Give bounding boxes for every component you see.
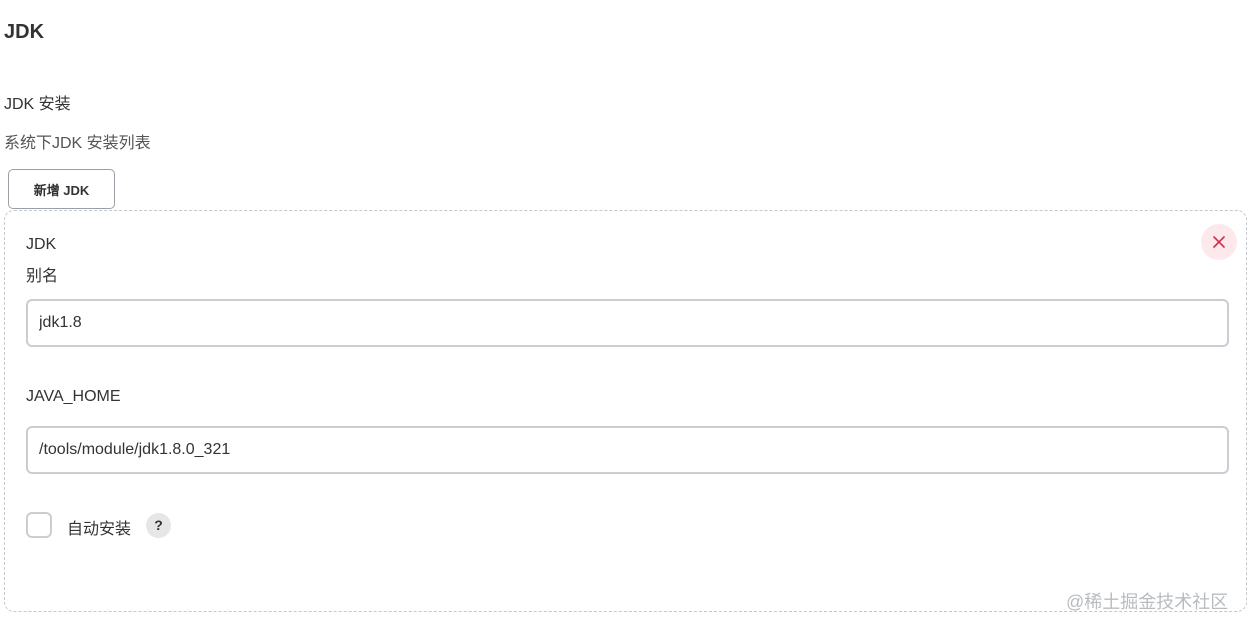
alias-label: 别名	[26, 268, 59, 285]
alias-input[interactable]	[26, 299, 1229, 347]
delete-jdk-button[interactable]	[1201, 224, 1237, 260]
jdk-installation-entry	[4, 210, 1247, 612]
auto-install-help-button[interactable]: ?	[146, 513, 171, 538]
close-icon	[1213, 236, 1225, 248]
auto-install-label[interactable]: 自动安装	[67, 515, 131, 539]
java-home-input[interactable]	[26, 426, 1229, 474]
add-jdk-button[interactable]: 新增 JDK	[8, 169, 115, 209]
auto-install-checkbox[interactable]	[26, 512, 52, 538]
watermark: @稀土掘金技术社区	[1066, 592, 1229, 612]
jdk-type-label: JDK	[26, 236, 57, 253]
jdk-installations-description: 系统下JDK 安装列表	[4, 135, 151, 152]
java-home-label: JAVA_HOME	[26, 388, 121, 405]
section-title: JDK	[4, 21, 45, 43]
jdk-config-page: JDK JDK 安装 系统下JDK 安装列表 新增 JDK JDK 别名 JAV…	[0, 0, 1248, 629]
jdk-installations-label: JDK 安装	[4, 96, 71, 113]
